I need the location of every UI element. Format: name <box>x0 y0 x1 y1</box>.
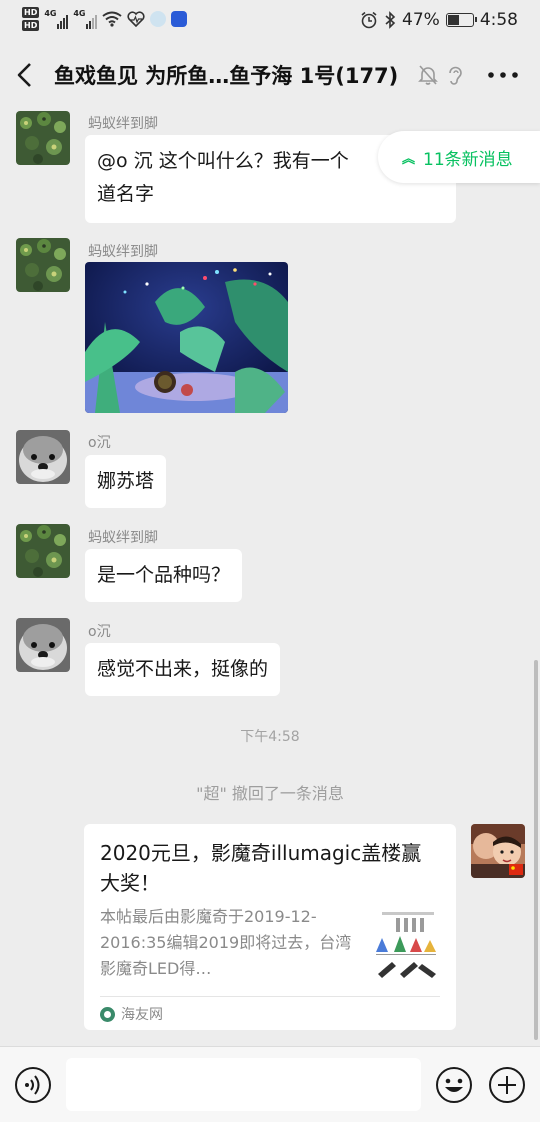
avatar[interactable] <box>16 238 70 292</box>
signal-icon: 4G <box>44 9 69 29</box>
alarm-icon <box>361 11 377 29</box>
plus-icon[interactable] <box>488 1066 526 1104</box>
status-bar: HD HD 4G 4G 47% 4:58 <box>0 0 540 42</box>
network-type: 4G <box>73 9 86 18</box>
mute-icon <box>418 65 438 85</box>
emoji-icon[interactable] <box>435 1066 473 1104</box>
recall-notice: "超" 撤回了一条消息 <box>196 784 344 803</box>
hd-badge: HD <box>22 7 40 18</box>
sender-name: 蚂蚁绊到脚 <box>88 530 158 546</box>
app-notification-icon <box>150 11 167 27</box>
heartbeat-icon <box>127 11 145 27</box>
status-left: HD HD 4G 4G <box>22 7 188 31</box>
network-type: 4G <box>44 9 57 18</box>
link-card-description: 本帖最后由影魔奇于2019-12-2016:35编辑2019即将过去，台湾影魔奇… <box>100 907 352 978</box>
sender-name: 蚂蚁绊到脚 <box>88 116 158 132</box>
new-messages-label: 11条新消息 <box>423 149 513 170</box>
bluetooth-icon <box>385 11 396 29</box>
message-text: 感觉不出来，挺像的 <box>97 658 269 680</box>
avatar[interactable] <box>16 430 70 484</box>
message-text: 是一个品种吗？ <box>97 564 231 586</box>
input-bar <box>0 1046 540 1122</box>
avatar[interactable] <box>16 111 70 165</box>
sender-name: o沉 <box>88 624 111 640</box>
avatar[interactable] <box>16 618 70 672</box>
status-right: 47% 4:58 <box>360 10 518 30</box>
link-card[interactable]: 2020元旦，影魔奇illumagic盖楼赢大奖！ 本帖最后由影魔奇于2019-… <box>84 824 456 1030</box>
message-text: 道名字 <box>97 183 155 205</box>
app-notification-icon <box>171 11 188 27</box>
scrollbar[interactable] <box>534 660 538 1040</box>
hd-indicators: HD HD <box>22 7 40 31</box>
message-input[interactable] <box>66 1058 421 1111</box>
battery-percent: 47% <box>402 10 440 30</box>
sender-name: 蚂蚁绊到脚 <box>88 244 158 260</box>
message-text: 娜苏塔 <box>97 470 155 492</box>
divider <box>100 996 440 997</box>
link-card-title: 2020元旦，影魔奇illumagic盖楼赢大奖！ <box>100 841 422 895</box>
timestamp-label: 下午4:58 <box>240 729 300 745</box>
double-chevron-up-icon: ︽ <box>402 151 416 167</box>
hd-badge: HD <box>22 20 40 31</box>
back-icon[interactable] <box>14 62 38 88</box>
avatar[interactable] <box>16 524 70 578</box>
message-image[interactable] <box>85 262 288 413</box>
message-bubble[interactable]: 娜苏塔 <box>85 455 167 508</box>
message-bubble[interactable]: 感觉不出来，挺像的 <box>85 643 281 696</box>
source-logo-icon <box>100 1006 115 1022</box>
link-card-source: 海友网 <box>100 1004 163 1024</box>
new-messages-button[interactable]: ︽ 11条新消息 <box>378 131 540 183</box>
link-card-thumbnail <box>374 908 440 978</box>
sender-name: o沉 <box>88 435 111 451</box>
wifi-icon <box>102 11 122 27</box>
chat-title: 鱼戏鱼见 为所鱼…鱼予海 1号(177) <box>54 64 399 88</box>
avatar[interactable] <box>471 824 525 878</box>
message-bubble[interactable]: 是一个品种吗？ <box>85 549 243 602</box>
source-name: 海友网 <box>121 1007 163 1023</box>
voice-icon[interactable] <box>14 1066 52 1104</box>
chat-header: 鱼戏鱼见 为所鱼…鱼予海 1号(177) <box>0 42 540 108</box>
more-icon[interactable] <box>488 72 518 78</box>
battery-icon <box>445 13 477 27</box>
clock: 4:58 <box>479 10 518 30</box>
signal-icon: 4G <box>73 9 98 29</box>
ear-icon <box>449 66 462 85</box>
